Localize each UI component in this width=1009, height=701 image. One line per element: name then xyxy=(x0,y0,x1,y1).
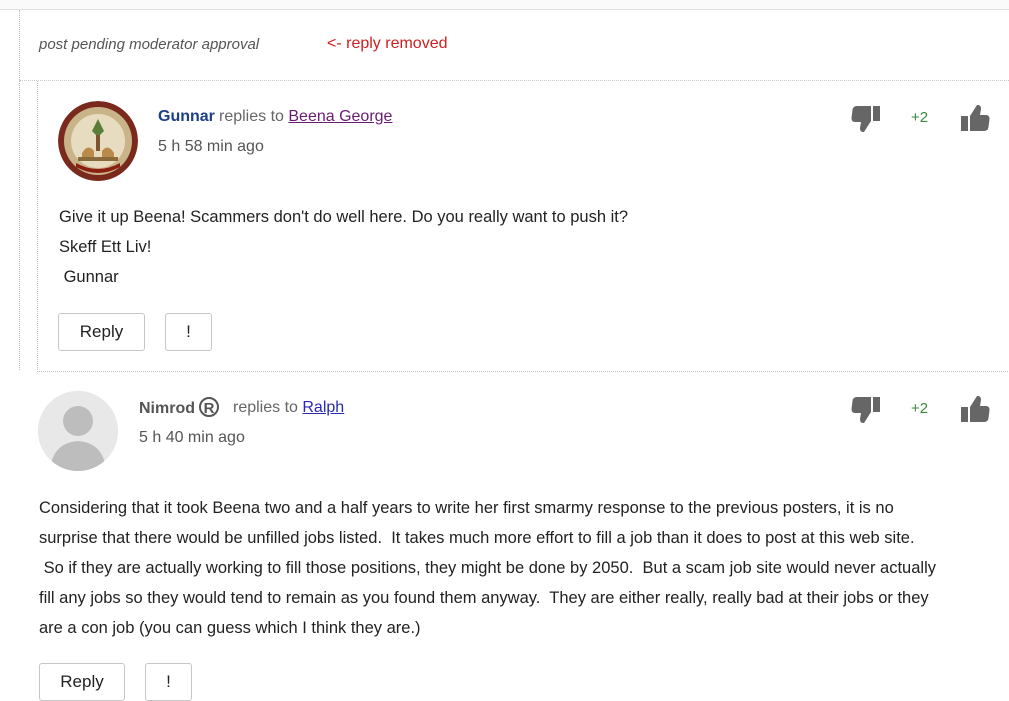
pending-text: post pending moderator approval xyxy=(39,36,260,53)
comment-body: Considering that it took Beena two and a… xyxy=(39,493,994,643)
thumbs-up-icon[interactable] xyxy=(960,104,990,132)
replies-to-label: replies to xyxy=(233,399,298,416)
reply-to-link[interactable]: Beena George xyxy=(288,108,392,125)
comment-line: Skeff Ett Liv! xyxy=(59,238,152,256)
comment-line: are a con job (you can guess which I thi… xyxy=(39,619,421,637)
comment-line: Gunnar xyxy=(59,268,119,286)
reply-button[interactable]: Reply xyxy=(39,663,125,701)
comment-line: So if they are actually working to fill … xyxy=(39,559,936,577)
reply-to-link[interactable]: Ralph xyxy=(302,399,344,416)
thumbs-down-icon[interactable] xyxy=(851,105,881,133)
golf-emblem-avatar xyxy=(58,101,138,181)
comment-line: Give it up Beena! Scammers don't do well… xyxy=(59,208,629,226)
replies-to: replies to Beena George xyxy=(219,108,392,126)
vote-score: +2 xyxy=(911,400,929,417)
flag-button[interactable]: ! xyxy=(165,313,212,351)
thumbs-up-icon[interactable] xyxy=(960,395,990,423)
default-avatar-icon[interactable] xyxy=(38,391,118,471)
comment-line: surprise that there would be unfilled jo… xyxy=(39,529,915,547)
replies-to: replies to Ralph xyxy=(233,399,344,417)
comment-author[interactable]: Gunnar xyxy=(158,108,215,126)
reply-removed-note: <- reply removed xyxy=(327,35,448,52)
flag-button[interactable]: ! xyxy=(145,663,192,701)
top-bar xyxy=(0,0,1009,10)
replies-to-label: replies to xyxy=(219,108,284,125)
registered-badge: R xyxy=(199,397,219,417)
comment-body: Give it up Beena! Scammers don't do well… xyxy=(59,202,959,292)
comment-timestamp: 5 h 40 min ago xyxy=(139,429,245,446)
avatar[interactable] xyxy=(58,101,138,181)
comment-timestamp: 5 h 58 min ago xyxy=(158,138,264,155)
author-name[interactable]: Nimrod xyxy=(139,400,195,417)
comment-line: fill any jobs so they would tend to rema… xyxy=(39,589,929,607)
comment-line: Considering that it took Beena two and a… xyxy=(39,499,894,517)
comment-author[interactable]: Nimrod R xyxy=(139,397,219,419)
vote-score: +2 xyxy=(911,109,929,126)
reply-button[interactable]: Reply xyxy=(58,313,145,351)
thumbs-down-icon[interactable] xyxy=(851,396,881,424)
